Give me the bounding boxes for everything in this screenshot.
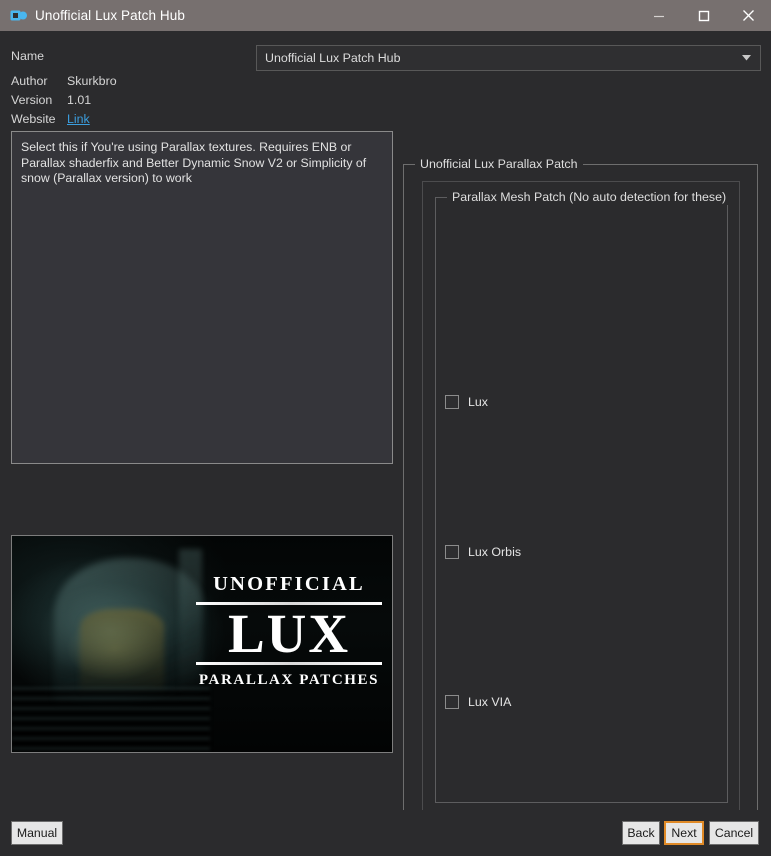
checkbox-lux-orbis[interactable]: Lux Orbis [445, 545, 521, 559]
version-label: Version [11, 92, 53, 107]
patch-selector-dropdown[interactable]: Unofficial Lux Patch Hub [256, 45, 761, 71]
close-icon[interactable] [726, 0, 771, 31]
app-icon [9, 7, 27, 25]
author-value: Skurkbro [67, 73, 117, 88]
group-mesh-title: Parallax Mesh Patch (No auto detection f… [447, 190, 732, 205]
description-panel: Select this if You're using Parallax tex… [11, 131, 393, 464]
cancel-button[interactable]: Cancel [709, 821, 759, 845]
info-row-version: Version 1.01 [11, 90, 251, 109]
preview-caption-line1: UNOFFICIAL [213, 573, 365, 595]
preview-image: UNOFFICIAL LUX PARALLAX PATCHES [11, 535, 393, 753]
author-label: Author [11, 73, 48, 88]
preview-caption-line3: PARALLAX PATCHES [198, 672, 380, 689]
next-button[interactable]: Next [664, 821, 704, 845]
website-label: Website [11, 111, 56, 126]
group-inner-container: Parallax Mesh Patch (No auto detection f… [422, 181, 740, 817]
checkbox-lux[interactable]: Lux [445, 395, 488, 409]
checkbox-lux-via-label: Lux VIA [468, 695, 512, 709]
group-parallax-mesh-patch: Parallax Mesh Patch (No auto detection f… [435, 190, 732, 803]
checkbox-lux-via[interactable]: Lux VIA [445, 695, 511, 709]
preview-image-caption: UNOFFICIAL LUX PARALLAX PATCHES [194, 574, 384, 688]
info-row-author: Author Skurkbro [11, 71, 251, 90]
checkbox-lux-box[interactable] [445, 395, 459, 409]
checkbox-lux-orbis-box[interactable] [445, 545, 459, 559]
checkbox-lux-orbis-label: Lux Orbis [468, 545, 522, 559]
info-row-website: Website Link [11, 109, 251, 128]
description-text: Select this if You're using Parallax tex… [21, 140, 370, 185]
patch-selector-value: Unofficial Lux Patch Hub [265, 51, 401, 65]
website-link[interactable]: Link [67, 112, 90, 126]
title-bar: Unofficial Lux Patch Hub [0, 0, 771, 31]
application-window: Unofficial Lux Patch Hub Name Author Sku… [0, 0, 771, 856]
maximize-icon[interactable] [681, 0, 726, 31]
group-unofficial-lux-parallax-patch: Unofficial Lux Parallax Patch Parallax M… [403, 157, 758, 832]
minimize-icon[interactable] [636, 0, 681, 31]
footer-bar: Manual Back Next Cancel [0, 810, 771, 856]
preview-stairs [12, 687, 210, 752]
checkbox-lux-via-box[interactable] [445, 695, 459, 709]
preview-door [80, 609, 164, 692]
manual-button[interactable]: Manual [11, 821, 63, 845]
window-controls [636, 0, 771, 31]
back-button[interactable]: Back [622, 821, 660, 845]
group-outer-title: Unofficial Lux Parallax Patch [415, 157, 583, 172]
version-value: 1.01 [67, 92, 92, 107]
info-row-name: Name [11, 46, 251, 65]
main-content: Name Author Skurkbro Version 1.01 Websit… [0, 31, 771, 832]
mod-info-block: Name Author Skurkbro Version 1.01 Websit… [11, 46, 251, 128]
checkbox-lux-label: Lux [468, 395, 488, 409]
window-title: Unofficial Lux Patch Hub [35, 8, 185, 23]
chevron-down-icon [740, 55, 752, 61]
preview-caption-line2: LUX [227, 602, 351, 664]
name-label: Name [11, 48, 45, 63]
